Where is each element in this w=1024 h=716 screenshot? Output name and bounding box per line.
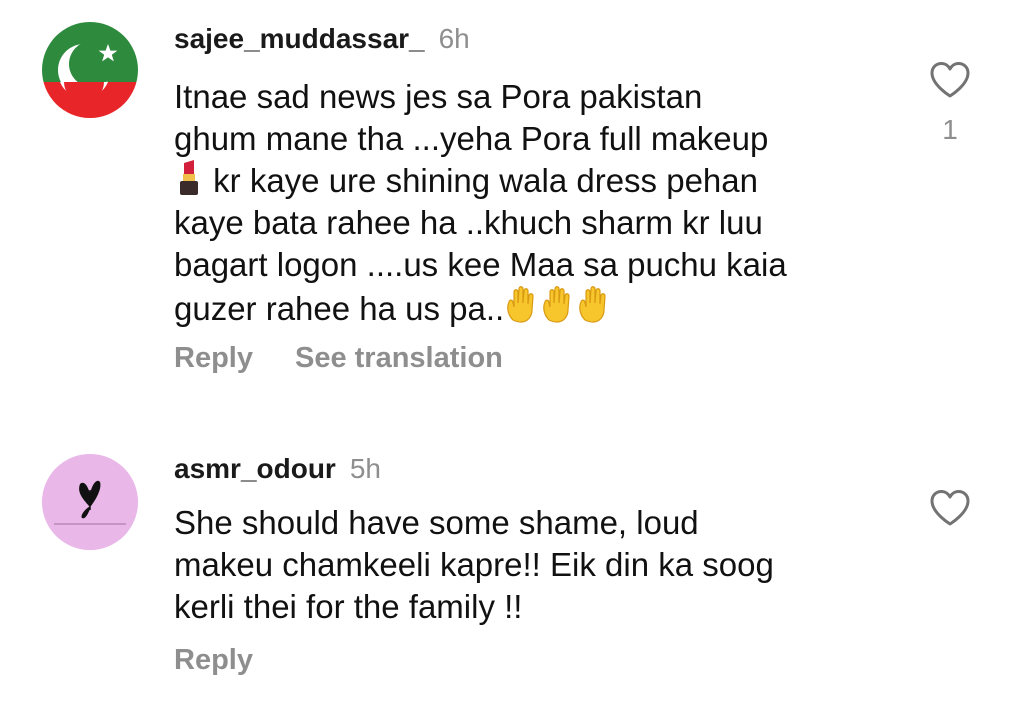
- comment-line: kaye bata rahee ha ..khuch sharm kr luu: [174, 204, 763, 241]
- comment-line: bagart logon ....us kee Maa sa puchu kai…: [174, 246, 787, 283]
- comment-body: Itnae sad news jes sa Pora pakistan ghum…: [174, 76, 894, 330]
- like-count: 1: [942, 114, 958, 145]
- raised-hand-emoji-icon: [507, 286, 534, 323]
- user-avatar[interactable]: [42, 22, 138, 118]
- heart-icon[interactable]: [928, 60, 972, 100]
- comment-body: She should have some shame, loud makeu c…: [174, 502, 894, 628]
- comment-item: asmr_odour 5h She should have some shame,…: [0, 440, 1024, 710]
- like-control: [924, 488, 976, 528]
- comment-header: sajee_muddassar_ 6h: [174, 22, 470, 56]
- crescent-star-flag-avatar-icon: [42, 22, 138, 118]
- username[interactable]: asmr_odour: [174, 453, 336, 484]
- comment-line: She should have some shame, loud: [174, 504, 699, 541]
- user-avatar[interactable]: [42, 454, 138, 550]
- like-control: 1: [924, 60, 976, 146]
- reply-button[interactable]: Reply: [174, 644, 253, 676]
- timestamp: 6h: [438, 23, 470, 54]
- heart-icon[interactable]: [928, 488, 972, 528]
- reply-button[interactable]: Reply: [174, 342, 253, 374]
- comment-line: kr kaye ure shining wala dress pehan: [174, 160, 894, 202]
- comment-line: Itnae sad news jes sa Pora pakistan: [174, 78, 703, 115]
- raised-hand-emoji-icon: [579, 286, 606, 323]
- butterfly-avatar-icon: [42, 454, 138, 550]
- comment-line: kerli thei for the family !!: [174, 588, 523, 625]
- comment-line: guzer rahee ha us pa..: [174, 286, 894, 330]
- see-translation-button[interactable]: See translation: [295, 342, 503, 374]
- comment-actions: Reply: [174, 642, 295, 678]
- username[interactable]: sajee_muddassar_: [174, 23, 425, 54]
- comment-actions: Reply See translation: [174, 340, 545, 376]
- comment-item: sajee_muddassar_ 6h Itnae sad news jes sa…: [0, 0, 1024, 400]
- comment-line: ghum mane tha ...yeha Pora full makeup: [174, 120, 769, 157]
- raised-hand-emoji-icon: [543, 286, 570, 323]
- comment-header: asmr_odour 5h: [174, 452, 381, 486]
- comment-line: makeu chamkeeli kapre!! Eik din ka soog: [174, 546, 774, 583]
- lipstick-emoji-icon: [180, 160, 198, 195]
- timestamp: 5h: [349, 453, 381, 484]
